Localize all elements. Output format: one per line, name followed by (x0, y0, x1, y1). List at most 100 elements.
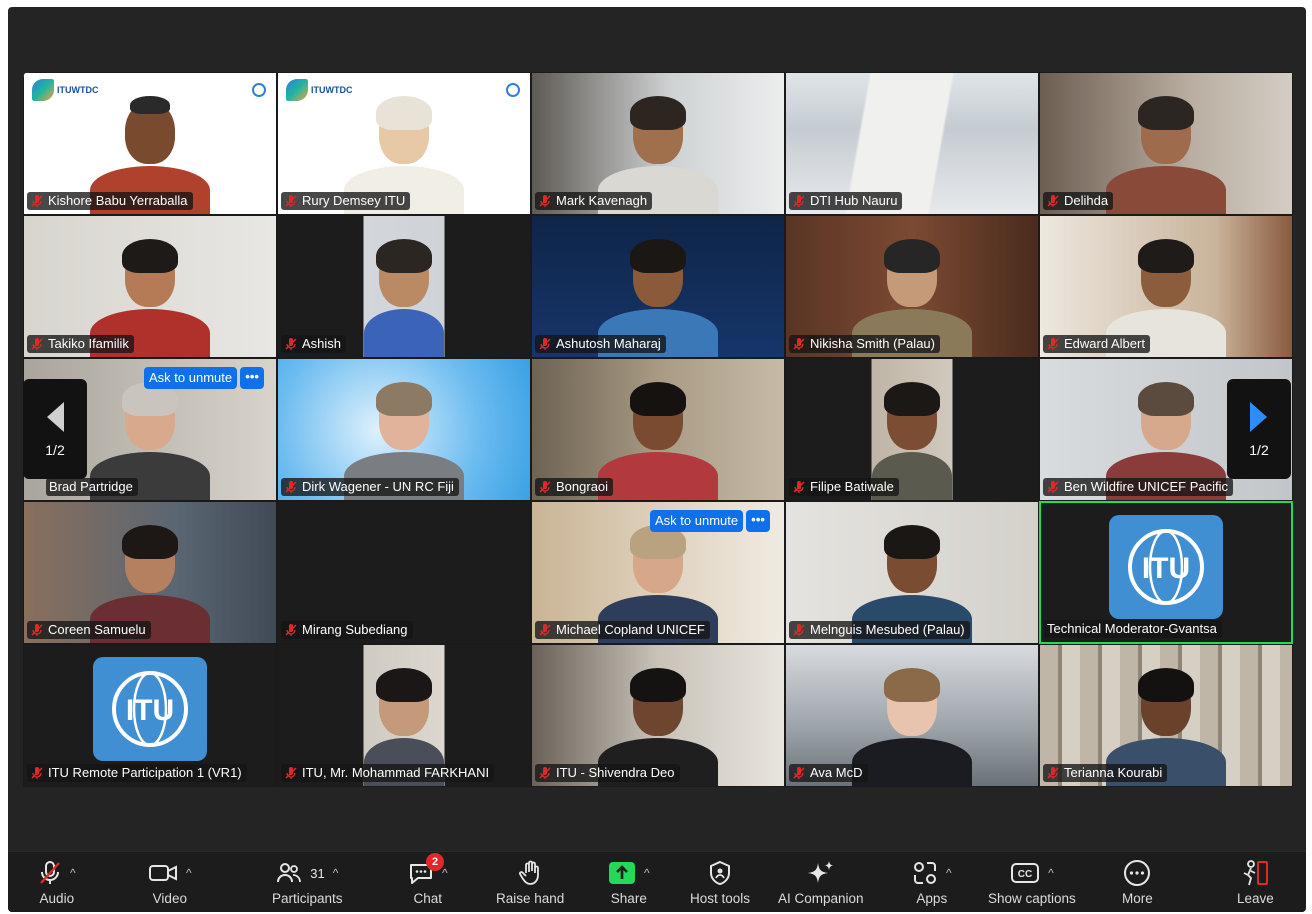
video-tile[interactable]: Delihda (1039, 72, 1293, 215)
video-tile[interactable]: Ask to unmute ••• Michael Copland UNICEF (531, 501, 785, 644)
participant-name-tag: Ashutosh Maharaj (535, 335, 666, 353)
video-tile[interactable]: Ava McD (785, 644, 1039, 787)
host-tools-button[interactable]: Host tools (690, 858, 750, 910)
itu-icon (252, 83, 266, 97)
audio-button[interactable]: ^ Audio (38, 858, 76, 910)
participant-name-tag: DTI Hub Nauru (789, 192, 903, 210)
apps-icon (914, 862, 936, 884)
leave-icon (1243, 860, 1269, 886)
participant-name: Dirk Wagener - UN RC Fiji (302, 479, 454, 494)
video-options-caret[interactable]: ^ (186, 866, 192, 880)
video-tile[interactable]: ITU, Mr. Mohammad FARKHANI (277, 644, 531, 787)
participant-name: Kishore Babu Yerraballa (48, 193, 188, 208)
zoom-meeting-window: ITUWTDC Kishore Babu Yerraballa ITUWTDC … (8, 7, 1306, 912)
raise-hand-button[interactable]: Raise hand (496, 858, 564, 910)
video-tile[interactable]: Ashutosh Maharaj (531, 215, 785, 358)
show-captions-button[interactable]: CC ^ Show captions (988, 858, 1076, 910)
muted-mic-icon (793, 481, 805, 493)
more-label: More (1122, 891, 1153, 906)
video-tile[interactable]: Dirk Wagener - UN RC Fiji (277, 358, 531, 501)
participant-name-tag: Brad Partridge (46, 478, 138, 496)
muted-mic-icon (539, 481, 551, 493)
itu-logo: ITU (93, 657, 207, 761)
muted-mic-icon (285, 338, 297, 350)
video-tile[interactable]: Ashish (277, 215, 531, 358)
participant-name: Coreen Samuelu (48, 622, 146, 637)
video-tile[interactable]: Terianna Kourabi (1039, 644, 1293, 787)
wtdc-logo: ITUWTDC (286, 79, 353, 101)
participants-label: Participants (272, 891, 343, 906)
participant-name: Delihda (1064, 193, 1109, 208)
participant-name-tag: ITU, Mr. Mohammad FARKHANI (281, 764, 495, 782)
muted-mic-icon (793, 338, 805, 350)
participants-count: 31 (310, 865, 325, 881)
participant-name-tag: Technical Moderator-Gvantsa (1044, 620, 1222, 638)
participant-video (349, 237, 459, 357)
video-tile[interactable]: ITU - Shivendra Deo (531, 644, 785, 787)
video-tile[interactable]: DTI Hub Nauru (785, 72, 1039, 215)
video-tile[interactable]: Nikisha Smith (Palau) (785, 215, 1039, 358)
video-button[interactable]: ^ Video (148, 858, 192, 910)
itu-icon (506, 83, 520, 97)
muted-mic-icon (40, 861, 60, 884)
video-camera-icon (149, 865, 177, 881)
chat-options-caret[interactable]: ^ (442, 866, 448, 880)
video-tile[interactable]: ITUWTDC Kishore Babu Yerraballa (23, 72, 277, 215)
video-tile[interactable]: Takiko Ifamilik (23, 215, 277, 358)
video-tile[interactable]: Edward Albert (1039, 215, 1293, 358)
video-tile[interactable]: Mark Kavenagh (531, 72, 785, 215)
video-tile[interactable]: Bongraoi (531, 358, 785, 501)
video-tile[interactable]: Melnguis Mesubed (Palau) (785, 501, 1039, 644)
muted-mic-icon (539, 338, 551, 350)
participant-name: Ben Wildfire UNICEF Pacific (1064, 479, 1228, 494)
chat-unread-badge: 2 (426, 853, 444, 871)
apps-button[interactable]: ^ Apps (912, 858, 952, 910)
video-tile[interactable]: Mirang Subediang (277, 501, 531, 644)
participant-name-tag: Ashish (281, 335, 347, 353)
leave-button[interactable]: Leave (1237, 858, 1274, 910)
apps-options-caret[interactable]: ^ (946, 866, 952, 880)
gallery-grid: ITUWTDC Kishore Babu Yerraballa ITUWTDC … (23, 72, 1295, 790)
svg-text:ITU: ITU (1142, 552, 1190, 585)
chat-label: Chat (413, 891, 443, 906)
muted-mic-icon (285, 767, 297, 779)
ai-companion-label: AI Companion (778, 891, 864, 906)
video-tile-active-speaker[interactable]: ITU Technical Moderator-Gvantsa (1039, 501, 1293, 644)
participant-name: Melnguis Mesubed (Palau) (810, 622, 965, 637)
chat-button[interactable]: 2 ^ Chat (408, 853, 448, 910)
more-button[interactable]: More (1122, 858, 1153, 910)
ai-sparkle-icon (807, 861, 833, 883)
share-button[interactable]: ^ Share (608, 858, 650, 910)
participant-name: Ashish (302, 336, 342, 351)
ask-to-unmute-button[interactable]: Ask to unmute (650, 510, 744, 532)
itu-globe-icon: ITU (1128, 529, 1204, 605)
video-tile[interactable]: ITU ITU Remote Participation 1 (VR1) (23, 644, 277, 787)
share-label: Share (610, 891, 647, 906)
video-tile[interactable]: ITUWTDC Rury Demsey ITU (277, 72, 531, 215)
participants-button[interactable]: 31 ^ Participants (272, 858, 343, 910)
muted-mic-icon (539, 195, 551, 207)
audio-options-caret[interactable]: ^ (70, 866, 76, 880)
participant-name: ITU Remote Participation 1 (VR1) (48, 765, 242, 780)
share-options-caret[interactable]: ^ (644, 866, 650, 880)
participant-name: Bongraoi (556, 479, 609, 494)
previous-page-button[interactable]: 1/2 (23, 379, 87, 479)
ai-companion-button[interactable]: AI Companion (778, 858, 864, 910)
svg-text:ITU: ITU (126, 694, 174, 727)
participants-options-caret[interactable]: ^ (333, 866, 339, 880)
muted-mic-icon (1047, 767, 1059, 779)
ask-to-unmute-button[interactable]: Ask to unmute (144, 367, 238, 389)
participant-name: ITU, Mr. Mohammad FARKHANI (302, 765, 490, 780)
participant-name-tag: Michael Copland UNICEF (535, 621, 710, 639)
participant-name: Terianna Kourabi (1064, 765, 1163, 780)
show-captions-label: Show captions (988, 891, 1076, 906)
captions-options-caret[interactable]: ^ (1048, 866, 1054, 880)
next-page-button[interactable]: 1/2 (1227, 379, 1291, 479)
participant-name-tag: Edward Albert (1043, 335, 1150, 353)
video-tile[interactable]: Filipe Batiwale (785, 358, 1039, 501)
audio-label: Audio (39, 891, 75, 906)
participant-name: Rury Demsey ITU (302, 193, 406, 208)
tile-more-button[interactable]: ••• (746, 510, 771, 532)
video-tile[interactable]: Coreen Samuelu (23, 501, 277, 644)
tile-more-button[interactable]: ••• (240, 367, 265, 389)
